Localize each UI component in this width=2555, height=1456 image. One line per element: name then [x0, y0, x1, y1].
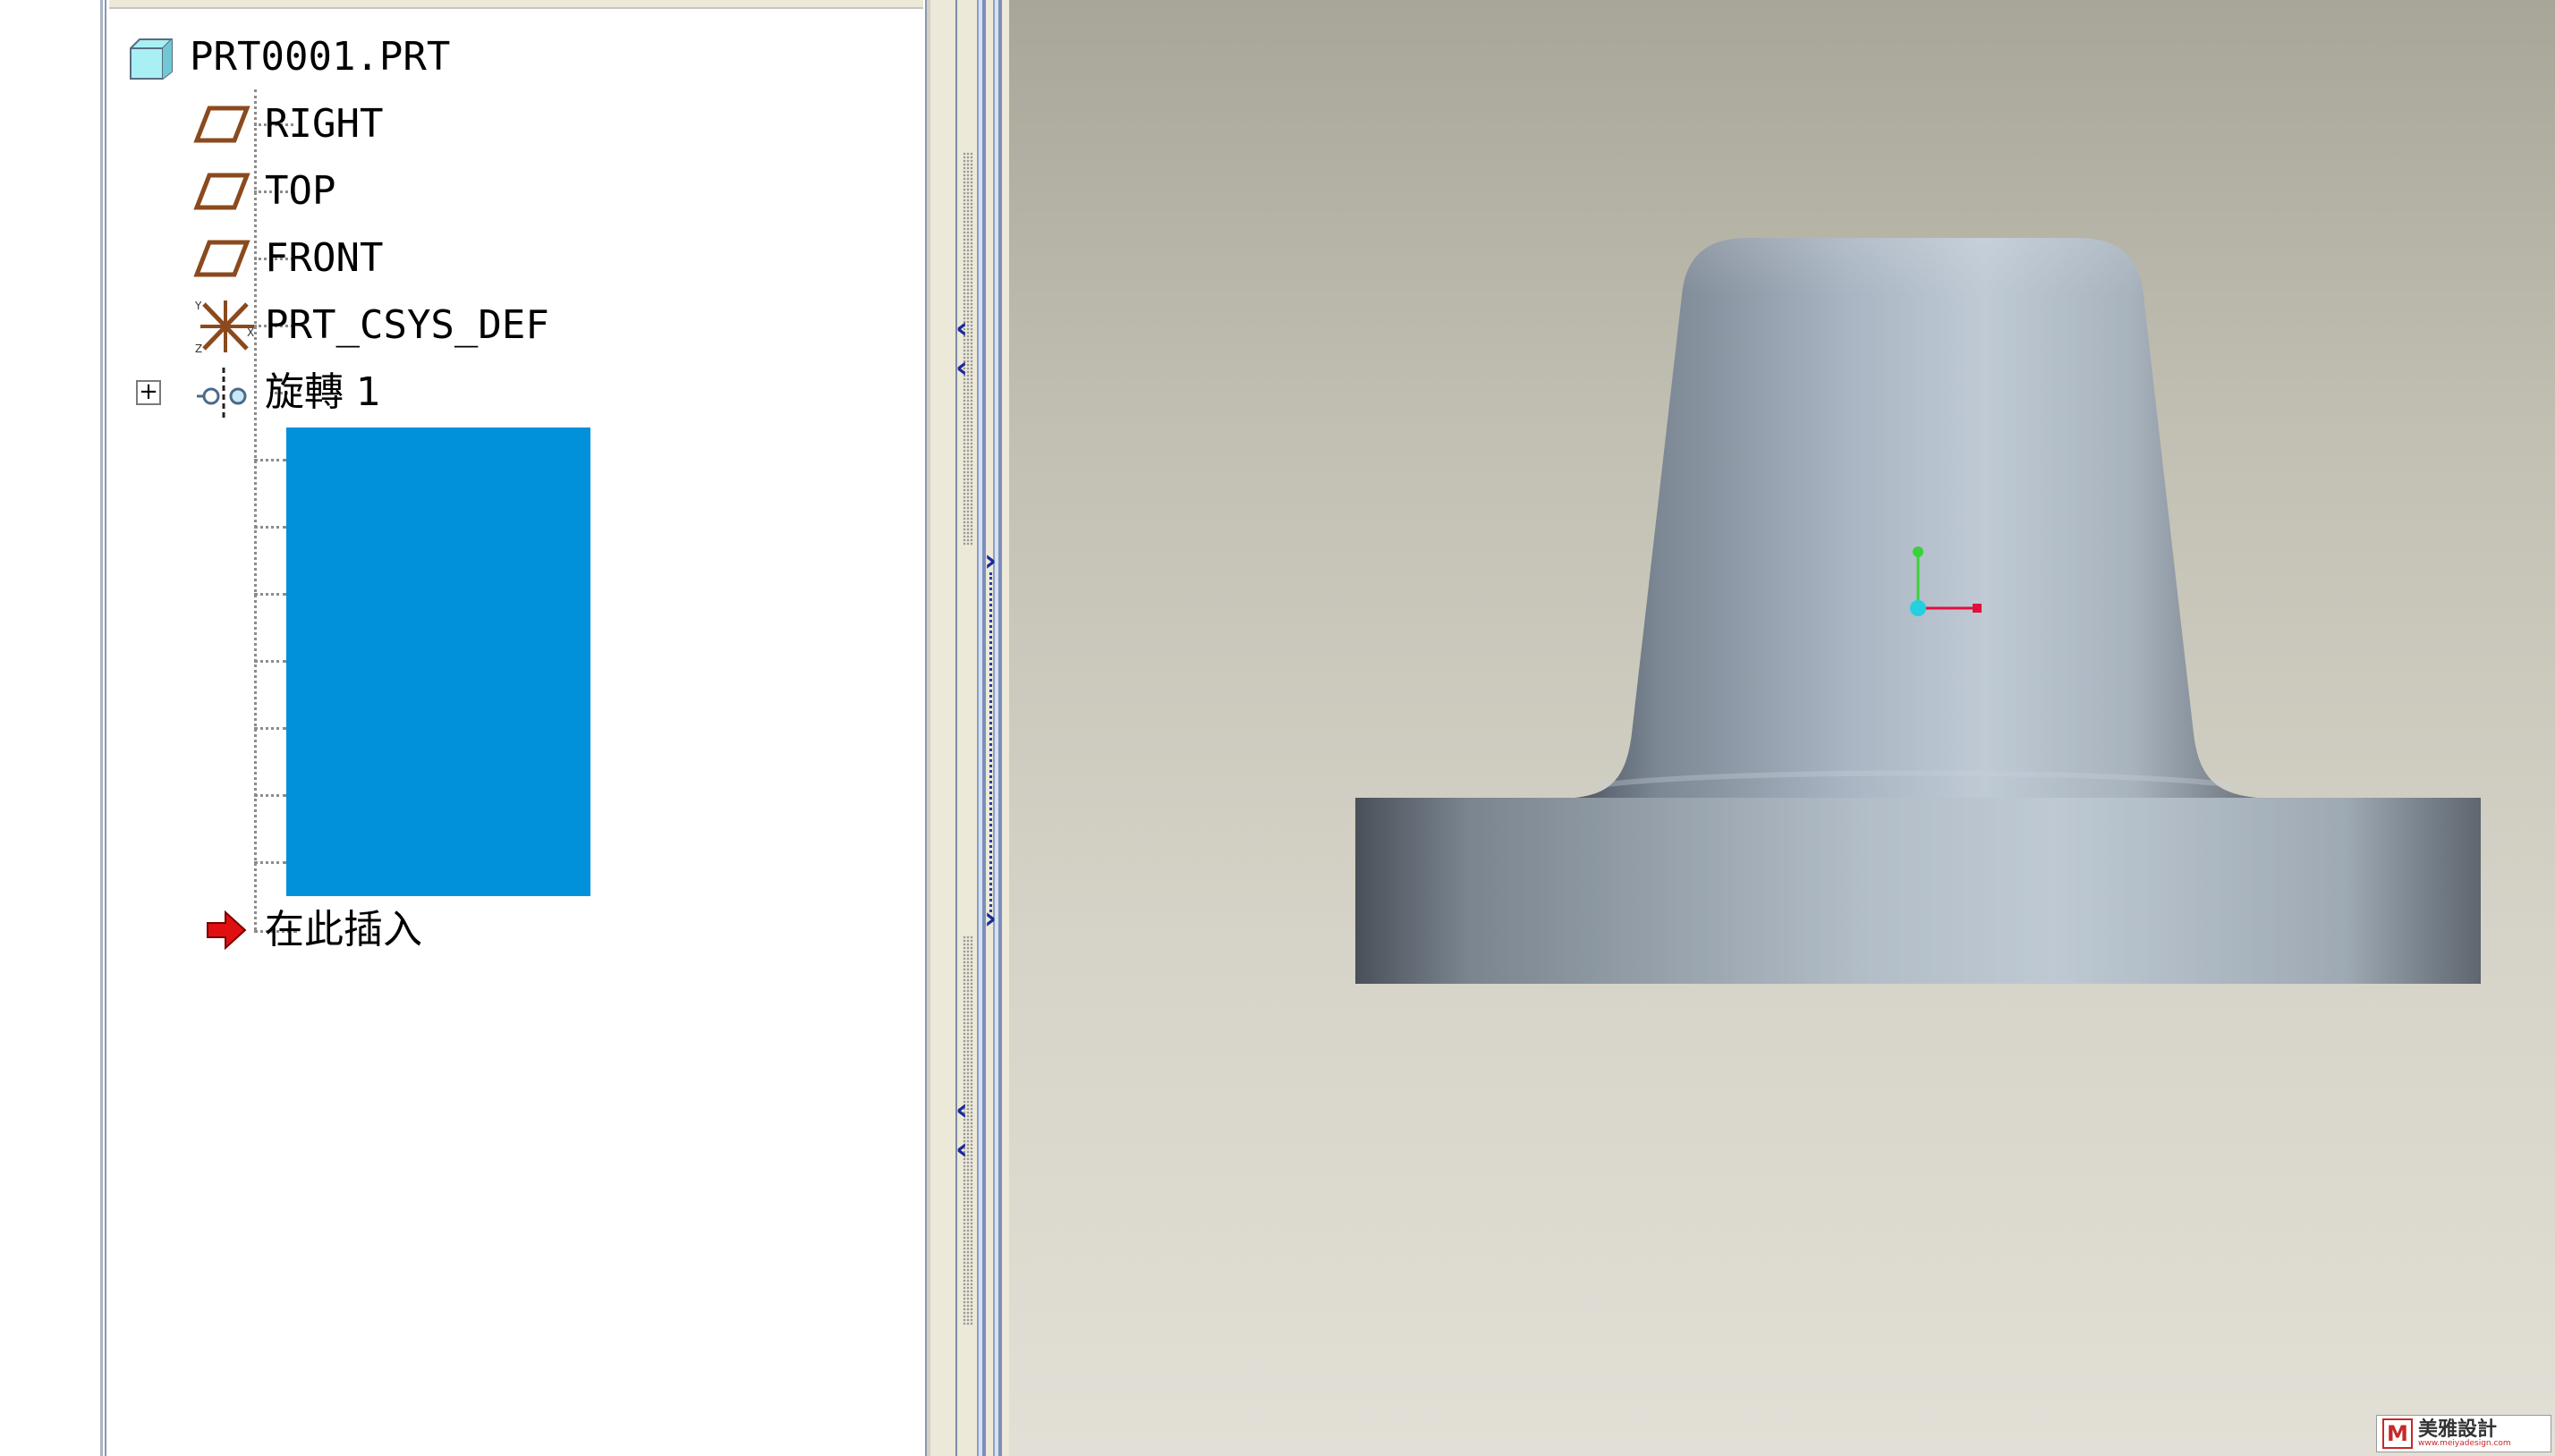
splitter-strip — [993, 0, 1002, 1456]
tree-item-label: TOP — [265, 168, 336, 214]
splitter-dotted-line — [989, 572, 992, 912]
expand-node-button[interactable]: + — [136, 380, 161, 405]
tree-item-insert-here[interactable]: 在此插入 — [100, 898, 905, 962]
tree-item-label: FRONT — [265, 235, 384, 281]
splitter-grip[interactable] — [963, 152, 973, 546]
datum-plane-icon — [193, 173, 250, 210]
expand-right-icon[interactable]: › — [984, 903, 1004, 934]
svg-text:X: X — [247, 326, 254, 339]
tree-connector-line — [254, 794, 286, 797]
watermark-title: 美雅設計 — [2418, 1418, 2498, 1441]
model-tree-panel: PRT0001.PRT RIGHT TOP FRONT Y Z X PRT_CS… — [100, 0, 930, 1456]
splitter-grip[interactable] — [963, 935, 973, 1325]
tree-connector-line — [254, 593, 286, 596]
tapered-body — [1575, 238, 2258, 798]
collapse-left-icon[interactable]: ‹ — [955, 352, 975, 383]
tree-item-label: PRT_CSYS_DEF — [265, 302, 549, 348]
tree-connector-line — [254, 861, 286, 864]
tree-item-label: RIGHT — [265, 101, 384, 147]
tree-item-coordinate-system[interactable]: Y Z X PRT_CSYS_DEF — [100, 293, 905, 358]
splitter-strip — [977, 0, 986, 1456]
graphics-viewport[interactable]: M 美雅設計 www.meiyadesign.com — [1009, 0, 2555, 1456]
watermark-logo: M — [2382, 1418, 2413, 1449]
tree-connector-line — [254, 727, 286, 730]
tree-item-revolve-1[interactable]: + 旋轉 1 — [100, 360, 905, 425]
expand-right-icon[interactable]: › — [984, 546, 1004, 576]
coordinate-system-icon: Y Z X — [194, 300, 254, 355]
tree-item-label: 旋轉 1 — [265, 369, 381, 415]
insert-arrow-icon — [207, 910, 247, 951]
datum-plane-icon — [193, 106, 250, 143]
datum-plane-icon — [193, 240, 250, 277]
collapse-left-icon[interactable]: ‹ — [955, 1134, 975, 1164]
selection-highlight[interactable] — [286, 427, 590, 896]
tree-connector-line — [254, 459, 286, 461]
tree-item-top-plane[interactable]: TOP — [100, 159, 905, 224]
watermark-url: www.meiyadesign.com — [2418, 1438, 2511, 1448]
tree-connector-line — [254, 660, 286, 663]
tree-item-label: PRT0001.PRT — [190, 34, 451, 80]
revolved-part-model — [1355, 238, 2481, 984]
base-flange — [1355, 798, 2481, 984]
panel-right-edge — [923, 0, 930, 1456]
panel-splitter[interactable] — [930, 0, 1009, 1456]
tree-item-root[interactable]: PRT0001.PRT — [100, 25, 905, 89]
collapse-left-icon[interactable]: ‹ — [955, 1095, 975, 1125]
panel-top-edge — [100, 0, 930, 13]
collapse-left-icon[interactable]: ‹ — [955, 313, 975, 343]
tree-item-front-plane[interactable]: FRONT — [100, 226, 905, 291]
site-watermark: M 美雅設計 www.meiyadesign.com — [2376, 1415, 2551, 1452]
tree-item-label: 在此插入 — [265, 907, 422, 952]
part-cube-icon — [130, 38, 173, 80]
tree-connector-line — [254, 526, 286, 529]
splitter-border — [955, 0, 957, 1456]
svg-text:Y: Y — [194, 300, 202, 312]
svg-text:Z: Z — [195, 343, 202, 355]
revolve-feature-icon — [197, 368, 247, 419]
plus-icon: + — [139, 378, 158, 405]
triad-origin — [1910, 600, 1926, 616]
tree-item-right-plane[interactable]: RIGHT — [100, 92, 905, 157]
